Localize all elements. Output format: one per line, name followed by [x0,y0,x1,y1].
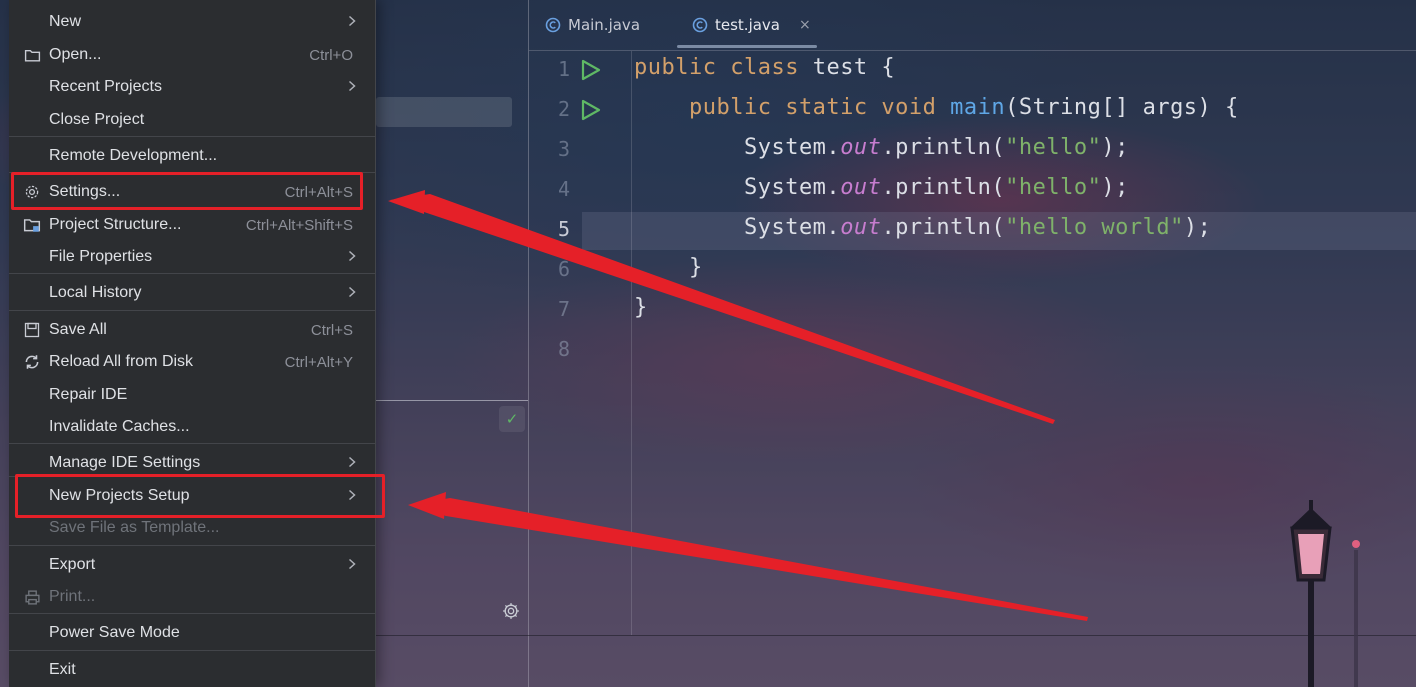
annotation-arrows [388,190,1088,621]
